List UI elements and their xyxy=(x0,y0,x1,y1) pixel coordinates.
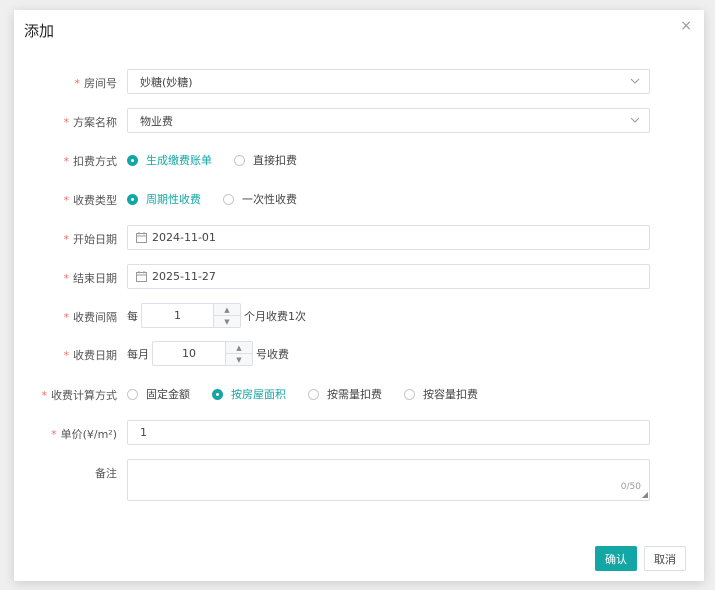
radio-by-demand[interactable]: 按需量扣费 xyxy=(308,386,382,402)
radio-direct-deduct[interactable]: 直接扣费 xyxy=(234,152,297,168)
end-date-label: * 结束日期 xyxy=(63,272,118,285)
chevron-down-icon xyxy=(630,78,640,84)
start-date-label: * 开始日期 xyxy=(63,233,118,246)
remark-textarea[interactable]: 0/50 ◢ xyxy=(127,459,650,501)
unit-price-input[interactable]: 1 xyxy=(127,420,650,445)
start-date-input[interactable]: 2024-11-01 xyxy=(127,225,650,250)
plan-select[interactable]: 物业费 xyxy=(127,108,650,133)
interval-inline: 每 1 ▲ ▼ 个月收费1次 xyxy=(127,303,306,328)
radio-periodic[interactable]: 周期性收费 xyxy=(127,191,201,207)
radio-by-capacity[interactable]: 按容量扣费 xyxy=(404,386,478,402)
calc-radio-group: 固定金额 按房屋面积 按需量扣费 按容量扣费 xyxy=(127,384,500,404)
chevron-down-icon xyxy=(630,117,640,123)
charge-day-stepper[interactable]: 10 ▲ ▼ xyxy=(152,341,253,366)
unit-price-label: * 单价(¥/m²) xyxy=(51,428,117,441)
charge-type-radio-group: 周期性收费 一次性收费 xyxy=(127,189,319,209)
interval-stepper[interactable]: 1 ▲ ▼ xyxy=(141,303,241,328)
charge-day-value: 10 xyxy=(182,347,196,360)
plan-value: 物业费 xyxy=(140,114,173,128)
charge-day-suffix: 号收费 xyxy=(256,347,289,361)
add-dialog: 添加 × * 房间号 妙糖(妙糖) * 方案名称 物业费 * 扣费方式 生成缴费账单 … xyxy=(14,10,704,581)
deduct-label: * 扣费方式 xyxy=(63,155,118,168)
room-label: * 房间号 xyxy=(74,77,118,90)
end-date-value: 2025-11-27 xyxy=(152,270,216,283)
increment-icon[interactable]: ▲ xyxy=(214,304,240,316)
calendar-icon xyxy=(136,232,147,243)
radio-one-time[interactable]: 一次性收费 xyxy=(223,191,297,207)
char-counter: 0/50 xyxy=(620,482,641,492)
remark-label: 备注 xyxy=(95,467,117,480)
radio-generate-bill[interactable]: 生成缴费账单 xyxy=(127,152,212,168)
calc-label: * 收费计算方式 xyxy=(41,389,118,402)
charge-day-inline: 每月 10 ▲ ▼ 号收费 xyxy=(127,341,289,366)
cancel-button[interactable]: 取消 xyxy=(644,546,686,571)
unit-price-value: 1 xyxy=(140,426,147,439)
charge-day-label: * 收费日期 xyxy=(63,349,118,362)
start-date-value: 2024-11-01 xyxy=(152,231,216,244)
room-value: 妙糖(妙糖) xyxy=(140,75,193,89)
interval-value: 1 xyxy=(174,309,181,322)
plan-label: * 方案名称 xyxy=(63,116,118,129)
deduct-radio-group: 生成缴费账单 直接扣费 xyxy=(127,150,319,170)
charge-type-label: * 收费类型 xyxy=(63,194,118,207)
calendar-icon xyxy=(136,271,147,282)
end-date-input[interactable]: 2025-11-27 xyxy=(127,264,650,289)
radio-fixed-amount[interactable]: 固定金额 xyxy=(127,386,190,402)
decrement-icon[interactable]: ▼ xyxy=(214,316,240,327)
resize-handle-icon[interactable]: ◢ xyxy=(642,490,648,499)
room-select[interactable]: 妙糖(妙糖) xyxy=(127,69,650,94)
radio-by-area[interactable]: 按房屋面积 xyxy=(212,386,286,402)
interval-label: * 收费间隔 xyxy=(63,311,118,324)
charge-day-prefix: 每月 xyxy=(127,347,149,361)
interval-suffix: 个月收费1次 xyxy=(244,309,306,323)
close-icon[interactable]: × xyxy=(680,18,692,34)
dialog-title: 添加 xyxy=(24,22,55,40)
confirm-button[interactable]: 确认 xyxy=(595,546,637,571)
decrement-icon[interactable]: ▼ xyxy=(226,354,252,365)
interval-prefix: 每 xyxy=(127,309,138,323)
increment-icon[interactable]: ▲ xyxy=(226,342,252,354)
